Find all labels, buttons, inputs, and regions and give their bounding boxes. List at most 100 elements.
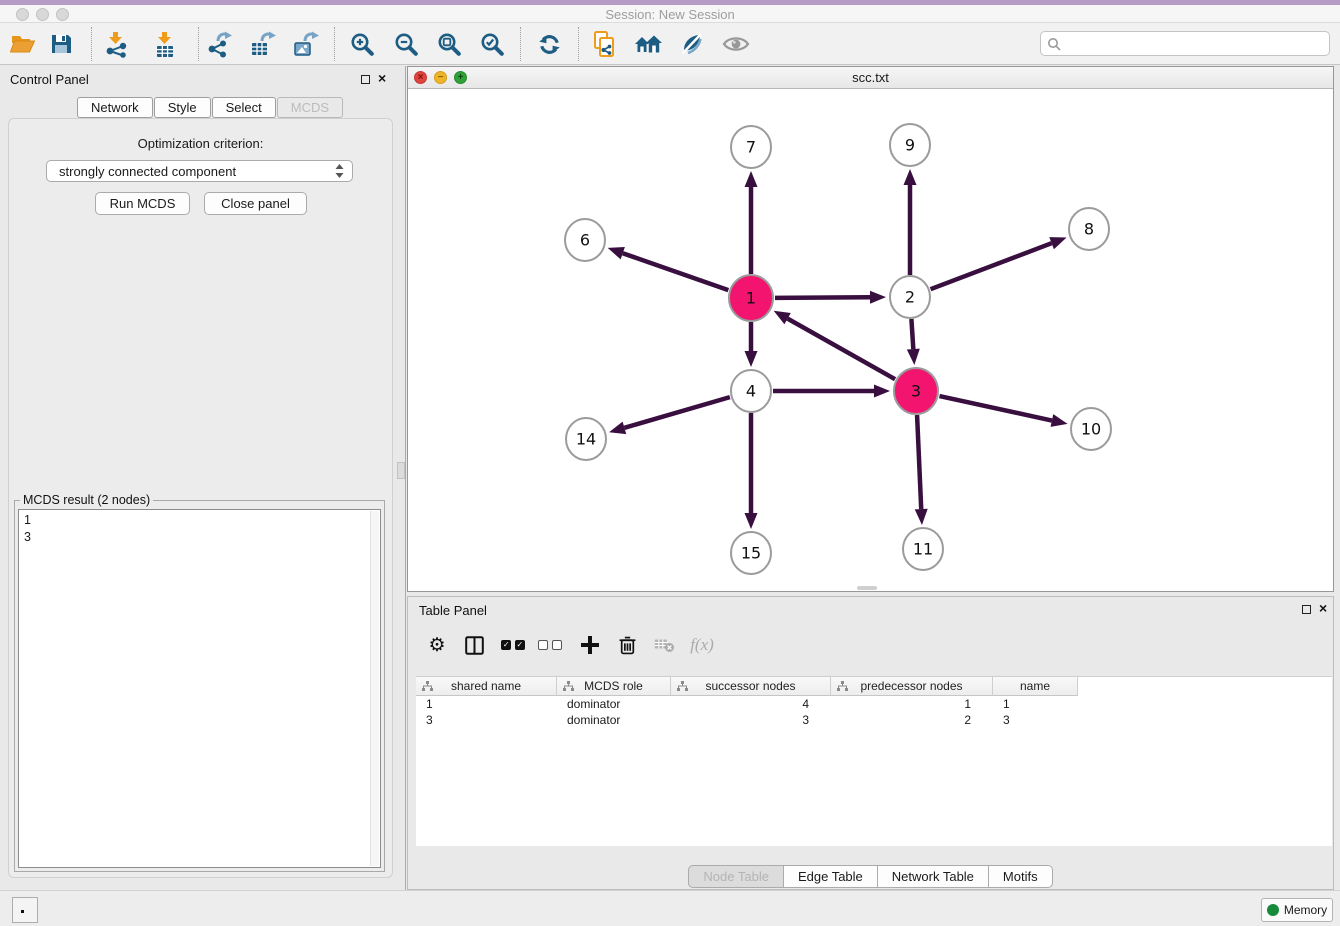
tab-node-table[interactable]: Node Table [688, 865, 784, 888]
column-header-shared-name[interactable]: shared name [416, 677, 557, 696]
svg-text:1: 1 [746, 289, 756, 308]
result-line: 3 [24, 529, 380, 546]
result-line: 1 [24, 512, 380, 529]
mcds-result-title: MCDS result (2 nodes) [20, 493, 153, 507]
float-panel-icon[interactable] [361, 75, 370, 84]
task-history-button[interactable] [12, 897, 38, 923]
column-header-mcds-role[interactable]: MCDS role [557, 677, 671, 696]
deselect-all-columns-icon[interactable] [535, 631, 565, 659]
optimization-label: Optimization criterion: [9, 136, 392, 151]
eye-icon[interactable] [721, 29, 751, 59]
search-field[interactable] [1040, 31, 1330, 56]
svg-text:6: 6 [580, 231, 590, 250]
run-mcds-button[interactable]: Run MCDS [95, 192, 190, 215]
table-row[interactable]: 1 dominator 4 1 1 [416, 696, 1332, 712]
home-icon[interactable] [633, 29, 663, 59]
toolbar-separator [578, 27, 579, 61]
application-window: Session: New Session [0, 0, 1340, 926]
svg-text:3: 3 [911, 382, 921, 401]
main-titlebar: Session: New Session [0, 5, 1340, 23]
zoom-fit-icon[interactable] [434, 29, 464, 59]
svg-text:11: 11 [913, 540, 933, 559]
control-panel-title: Control Panel [10, 72, 89, 87]
close-panel-button[interactable]: Close panel [204, 192, 307, 215]
optimization-criterion-select[interactable]: strongly connected component [46, 160, 353, 182]
window-title: Session: New Session [0, 7, 1340, 22]
select-all-columns-icon[interactable]: ✓ ✓ [498, 631, 528, 659]
refresh-icon[interactable] [534, 29, 564, 59]
toolbar-separator [198, 27, 199, 61]
memory-button[interactable]: Memory [1261, 898, 1333, 922]
svg-text:10: 10 [1081, 420, 1101, 439]
import-table-icon[interactable] [150, 29, 180, 59]
split-panel-icon[interactable] [459, 631, 489, 659]
network-window-titlebar: × − + scc.txt [408, 67, 1333, 89]
toolbar-separator [334, 27, 335, 61]
hierarchy-icon [422, 681, 433, 692]
table-header-row: shared name MCDS role successor nodes pr… [416, 677, 1332, 696]
svg-text:2: 2 [905, 288, 915, 307]
tab-network[interactable]: Network [77, 97, 153, 118]
canvas-scroll-nub[interactable] [857, 586, 877, 590]
float-table-panel-icon[interactable] [1302, 605, 1311, 614]
export-network-icon[interactable] [204, 29, 234, 59]
zoom-in-icon[interactable] [347, 29, 377, 59]
svg-text:14: 14 [576, 430, 596, 449]
svg-text:8: 8 [1084, 220, 1094, 239]
svg-text:7: 7 [746, 138, 756, 157]
export-image-icon[interactable] [290, 29, 320, 59]
duplicate-network-icon[interactable] [589, 29, 619, 59]
mcds-result-group: MCDS result (2 nodes) 1 3 [14, 493, 385, 872]
network-view-window: × − + scc.txt 1 2 3 4 6 7 8 9 10 11 14 15 [407, 66, 1334, 592]
chevron-updown-icon [335, 164, 344, 178]
network-canvas[interactable]: 1 2 3 4 6 7 8 9 10 11 14 15 [408, 89, 1333, 591]
panel-splitter[interactable] [405, 66, 406, 890]
tab-mcds[interactable]: MCDS [277, 97, 343, 118]
control-panel-tabs: Network Style Select MCDS [77, 97, 344, 118]
toolbar-separator [520, 27, 521, 61]
mcds-result-text[interactable]: 1 3 [18, 509, 381, 868]
hide-details-icon[interactable] [677, 29, 707, 59]
table-row[interactable]: 3 dominator 3 2 3 [416, 712, 1332, 728]
search-input[interactable] [1065, 37, 1329, 51]
network-graph[interactable]: 1 2 3 4 6 7 8 9 10 11 14 15 [408, 89, 1333, 592]
mcds-panel: Optimization criterion: strongly connect… [8, 118, 393, 878]
export-table-icon[interactable] [247, 29, 277, 59]
column-header-successor-nodes[interactable]: successor nodes [671, 677, 831, 696]
close-table-panel-icon[interactable]: × [1319, 600, 1327, 616]
create-column-icon[interactable] [575, 631, 605, 659]
selected-criterion: strongly connected component [59, 164, 335, 179]
settings-gear-icon[interactable]: ⚙ [422, 631, 452, 659]
column-header-predecessor-nodes[interactable]: predecessor nodes [831, 677, 993, 696]
table-toolbar: ⚙ ✓ ✓ f(x) [408, 625, 1333, 665]
close-panel-icon[interactable]: × [378, 70, 386, 86]
main-toolbar [0, 23, 1340, 65]
tab-style[interactable]: Style [154, 97, 211, 118]
open-file-icon[interactable] [8, 29, 38, 59]
svg-text:15: 15 [741, 544, 761, 563]
save-icon[interactable] [46, 29, 76, 59]
import-network-icon[interactable] [101, 29, 131, 59]
network-view-title: scc.txt [408, 70, 1333, 85]
tab-network-table[interactable]: Network Table [877, 865, 989, 888]
result-scrollbar[interactable] [370, 511, 379, 866]
column-header-name[interactable]: name [993, 677, 1078, 696]
zoom-out-icon[interactable] [391, 29, 421, 59]
node-table[interactable]: shared name MCDS role successor nodes pr… [416, 676, 1332, 846]
splitter-handle[interactable] [397, 462, 405, 479]
svg-text:9: 9 [905, 136, 915, 155]
tab-motifs[interactable]: Motifs [988, 865, 1053, 888]
table-panel: Table Panel × ⚙ ✓ ✓ f(x) [407, 596, 1334, 890]
control-panel: Control Panel × Network Style Select MCD… [0, 66, 404, 890]
function-builder-icon: f(x) [687, 631, 717, 659]
hierarchy-icon [677, 681, 688, 692]
svg-text:4: 4 [746, 382, 756, 401]
memory-label: Memory [1284, 903, 1327, 917]
table-panel-title: Table Panel [419, 603, 487, 618]
search-icon [1047, 37, 1061, 51]
delete-column-icon[interactable] [612, 631, 642, 659]
tab-edge-table[interactable]: Edge Table [783, 865, 878, 888]
tab-select[interactable]: Select [212, 97, 276, 118]
delete-table-icon[interactable] [649, 631, 679, 659]
zoom-selected-icon[interactable] [477, 29, 507, 59]
